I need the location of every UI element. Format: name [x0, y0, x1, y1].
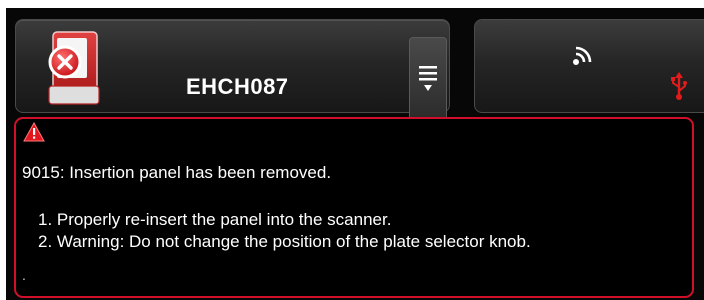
- warning-icon: [23, 122, 45, 142]
- scanner-error-icon: [41, 26, 103, 108]
- error-title: 9015: Insertion panel has been removed.: [22, 163, 332, 182]
- menu-list-icon: [419, 66, 437, 91]
- app-screen: EHCH087 9015: Insertion panel has been r…: [6, 8, 704, 300]
- device-card[interactable]: EHCH087: [15, 19, 450, 123]
- error-trailer: .: [22, 267, 26, 283]
- error-step: 2. Warning: Do not change the position o…: [38, 232, 531, 251]
- usb-icon: [671, 72, 687, 100]
- wifi-icon: [573, 46, 592, 65]
- error-steps-list: 1. Properly re-insert the panel into the…: [22, 209, 531, 253]
- error-step: 1. Properly re-insert the panel into the…: [38, 210, 392, 229]
- device-name: EHCH087: [186, 74, 289, 99]
- error-message-panel: 9015: Insertion panel has been removed. …: [14, 117, 694, 298]
- connection-card[interactable]: [474, 19, 704, 113]
- menu-button[interactable]: [409, 37, 447, 123]
